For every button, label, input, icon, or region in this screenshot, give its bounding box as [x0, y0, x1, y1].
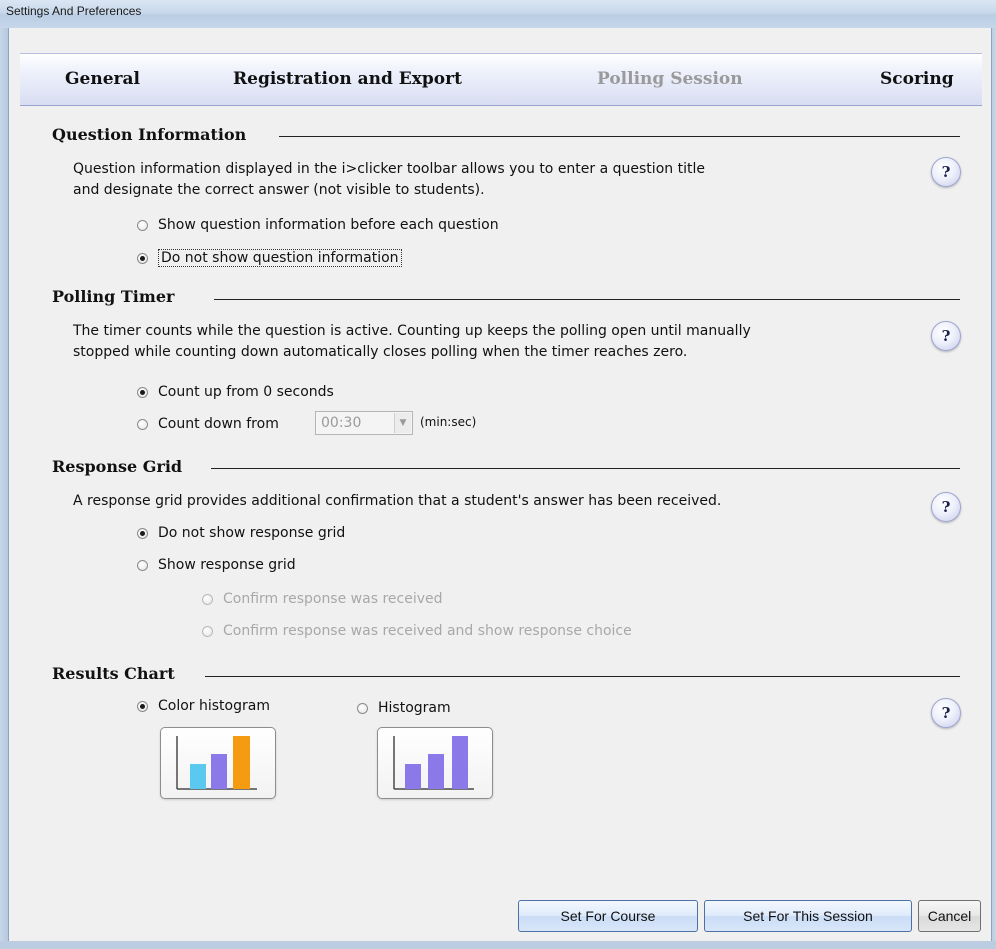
- question-information-description-line-2: and designate the correct answer (not vi…: [73, 182, 485, 198]
- show-question-info-label: Show question information before each qu…: [158, 217, 499, 233]
- question-information-heading: Question Information: [52, 125, 247, 144]
- window-title: Settings And Preferences: [6, 4, 142, 18]
- show-response-grid-radio[interactable]: Show response grid: [137, 555, 296, 575]
- window-title-bar[interactable]: Settings And Preferences: [0, 0, 996, 28]
- radio-unchecked-icon: [202, 593, 213, 605]
- confirm-received-radio: Confirm response was received: [202, 589, 443, 609]
- radio-unchecked-icon: [202, 625, 213, 637]
- color-histogram-icon: [176, 736, 257, 790]
- confirm-received-label: Confirm response was received: [223, 591, 443, 607]
- question-information-divider: [279, 136, 960, 137]
- countdown-time-value: 00:30: [321, 415, 362, 431]
- confirm-received-and-choice-radio: Confirm response was received and show r…: [202, 621, 632, 641]
- tab-registration-and-export[interactable]: Registration and Export: [233, 69, 462, 89]
- chevron-down-icon[interactable]: ▼: [394, 413, 411, 433]
- histogram-thumbnail[interactable]: [377, 727, 493, 799]
- response-grid-heading: Response Grid: [52, 457, 183, 476]
- radio-unchecked-icon: [137, 559, 148, 571]
- show-question-info-radio[interactable]: Show question information before each qu…: [137, 215, 499, 235]
- histogram-radio[interactable]: Histogram: [357, 698, 451, 718]
- radio-checked-icon: [137, 700, 148, 712]
- tab-scoring[interactable]: Scoring: [880, 69, 954, 89]
- response-grid-help-button[interactable]: ?: [931, 492, 961, 522]
- set-for-course-button[interactable]: Set For Course: [518, 900, 698, 932]
- show-response-grid-label: Show response grid: [158, 557, 296, 573]
- polling-timer-help-button[interactable]: ?: [931, 321, 961, 351]
- do-not-show-question-info-radio[interactable]: Do not show question information: [137, 248, 402, 268]
- do-not-show-response-grid-label: Do not show response grid: [158, 525, 346, 541]
- response-grid-description: A response grid provides additional conf…: [73, 493, 722, 509]
- question-information-description-line-1: Question information displayed in the i>…: [73, 161, 705, 177]
- results-chart-heading: Results Chart: [52, 664, 175, 683]
- polling-timer-description: The timer counts while the question is a…: [73, 321, 751, 363]
- color-histogram-radio[interactable]: Color histogram: [137, 696, 270, 716]
- results-chart-help-button[interactable]: ?: [931, 698, 961, 728]
- polling-timer-description-line-1: The timer counts while the question is a…: [73, 323, 751, 339]
- countdown-time-select[interactable]: 00:30 ▼: [315, 411, 413, 435]
- radio-checked-icon: [137, 527, 148, 539]
- polling-timer-description-line-2: stopped while counting down automaticall…: [73, 344, 688, 360]
- count-up-label: Count up from 0 seconds: [158, 384, 334, 400]
- question-information-description: Question information displayed in the i>…: [73, 159, 705, 201]
- do-not-show-question-info-label: Do not show question information: [158, 249, 402, 267]
- tab-general[interactable]: General: [65, 69, 140, 89]
- results-chart-divider: [205, 676, 960, 677]
- histogram-label: Histogram: [378, 700, 451, 716]
- do-not-show-response-grid-radio[interactable]: Do not show response grid: [137, 523, 345, 543]
- color-histogram-label: Color histogram: [158, 698, 270, 714]
- tab-polling-session[interactable]: Polling Session: [597, 69, 743, 89]
- confirm-received-and-choice-label: Confirm response was received and show r…: [223, 623, 632, 639]
- window-frame-left: [0, 28, 8, 949]
- radio-unchecked-icon: [137, 219, 148, 231]
- color-histogram-thumbnail[interactable]: [160, 727, 276, 799]
- question-information-help-button[interactable]: ?: [931, 157, 961, 187]
- countdown-unit-label: (min:sec): [420, 415, 477, 429]
- count-down-label: Count down from: [158, 416, 279, 432]
- window-frame-bottom: [0, 941, 996, 949]
- cancel-button[interactable]: Cancel: [918, 900, 981, 932]
- count-up-radio[interactable]: Count up from 0 seconds: [137, 382, 334, 402]
- tab-bar: General Registration and Export Polling …: [20, 53, 982, 106]
- radio-unchecked-icon: [357, 702, 368, 714]
- polling-timer-divider: [214, 299, 960, 300]
- count-down-radio[interactable]: Count down from: [137, 414, 279, 434]
- set-for-this-session-button[interactable]: Set For This Session: [704, 900, 912, 932]
- radio-checked-icon: [137, 386, 148, 398]
- response-grid-divider: [211, 468, 960, 469]
- radio-checked-icon: [137, 252, 148, 264]
- polling-timer-heading: Polling Timer: [52, 287, 175, 306]
- radio-unchecked-icon: [137, 418, 148, 430]
- histogram-icon: [393, 736, 474, 790]
